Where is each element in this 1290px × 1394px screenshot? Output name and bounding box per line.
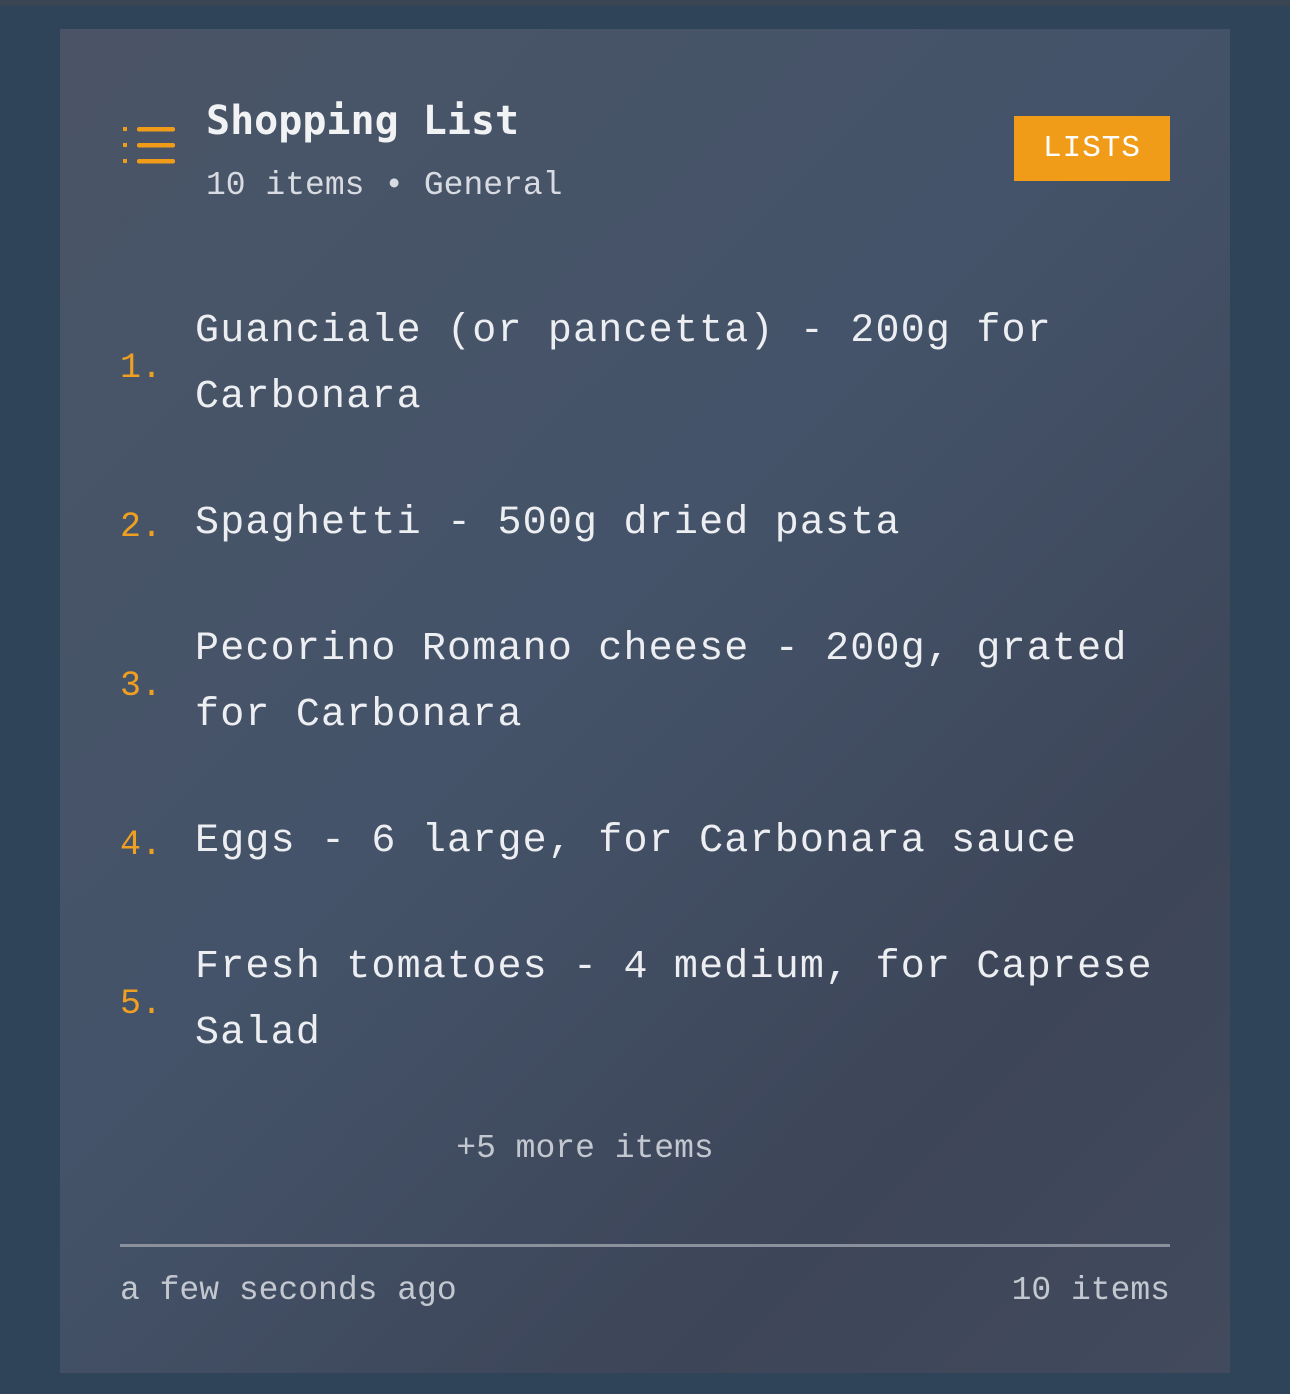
shopping-list-card: Shopping List 10 items • General LISTS 1…: [60, 29, 1230, 1373]
item-text: Fresh tomatoes - 4 medium, for Caprese S…: [195, 945, 1153, 1056]
item-number: 2.: [120, 507, 163, 547]
item-text: Guanciale (or pancetta) - 200g for Carbo…: [195, 309, 1052, 420]
item-text: Pecorino Romano cheese - 200g, grated fo…: [195, 627, 1128, 738]
list-item[interactable]: 4. Eggs - 6 large, for Carbonara sauce: [120, 809, 1170, 875]
card-header: Shopping List 10 items • General LISTS: [120, 29, 1170, 259]
list-item[interactable]: 1. Guanciale (or pancetta) - 200g for Ca…: [120, 299, 1170, 431]
page-title: Shopping List: [206, 98, 520, 144]
item-number: 4.: [120, 825, 163, 865]
list-item[interactable]: 2. Spaghetti - 500g dried pasta: [120, 491, 1170, 557]
item-text: Eggs - 6 large, for Carbonara sauce: [195, 819, 1078, 864]
list-subtitle: 10 items • General: [206, 167, 563, 204]
timestamp: a few seconds ago: [120, 1272, 457, 1309]
divider: [120, 1244, 1170, 1247]
list-icon: [123, 127, 177, 167]
list-item[interactable]: 3. Pecorino Romano cheese - 200g, grated…: [120, 617, 1170, 749]
item-number: 1.: [120, 348, 163, 388]
lists-button[interactable]: LISTS: [1014, 116, 1170, 181]
top-strip: [0, 0, 1290, 6]
item-text: Spaghetti - 500g dried pasta: [195, 501, 901, 546]
item-number: 3.: [120, 666, 163, 706]
list-item[interactable]: 5. Fresh tomatoes - 4 medium, for Capres…: [120, 935, 1170, 1067]
more-items-link[interactable]: +5 more items: [60, 1127, 1110, 1171]
item-number: 5.: [120, 984, 163, 1024]
item-count: 10 items: [1011, 1272, 1170, 1309]
